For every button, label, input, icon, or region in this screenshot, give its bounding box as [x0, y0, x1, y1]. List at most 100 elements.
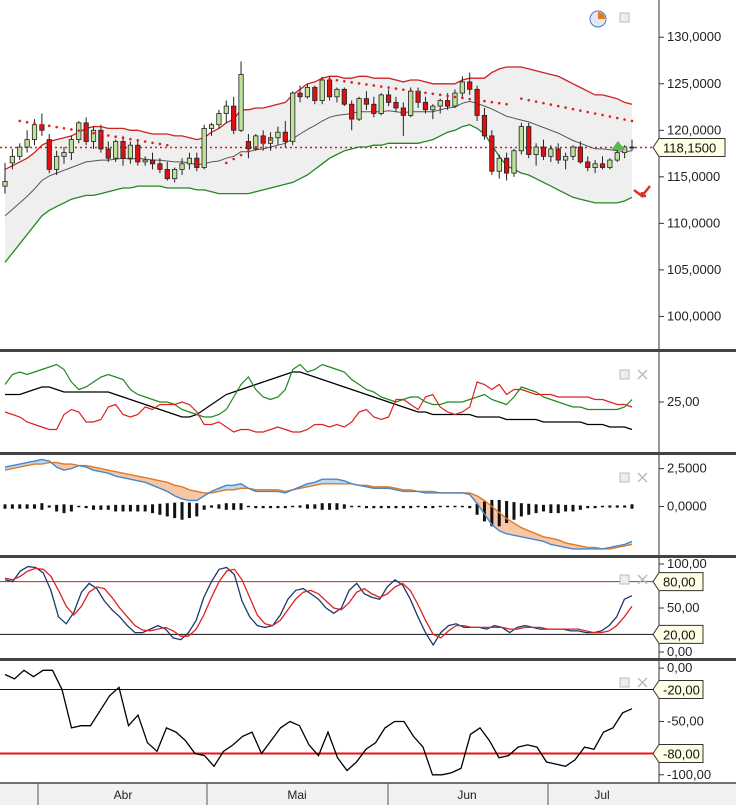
candle-body [408, 90, 414, 116]
window-icon [619, 12, 630, 23]
candle-body [533, 146, 539, 155]
macd-histogram-bar [269, 505, 273, 509]
macd-histogram-bar [106, 505, 110, 510]
macd-histogram-bar [165, 503, 169, 517]
candle-body [216, 113, 222, 126]
trend-dot [239, 153, 243, 157]
restore-icon [619, 472, 630, 483]
macd-histogram-bar [556, 504, 560, 514]
trend-dot [483, 99, 486, 103]
candle-body [201, 128, 207, 168]
panel-separator [0, 555, 736, 558]
trend-dot [372, 84, 376, 87]
trend-dot [121, 136, 125, 140]
macd-histogram-bar [623, 505, 627, 508]
macd-histogram-bar [328, 503, 332, 510]
macd-histogram-bar [173, 502, 177, 519]
trend-dot [350, 81, 353, 84]
macd-histogram-bar [158, 503, 162, 515]
candle-body [24, 139, 30, 148]
macd-histogram-bar [180, 502, 184, 520]
macd-histogram-bar [84, 505, 88, 509]
macd-histogram-bar [232, 503, 236, 510]
trend-dot [70, 128, 73, 131]
candle [518, 122, 524, 155]
candle-body [489, 135, 495, 172]
macd-histogram-bar [431, 505, 435, 509]
stoch-level-tag: 80,00 [652, 572, 704, 592]
price-tick-label: 125,0000 [667, 76, 721, 91]
macd-histogram-bar [416, 505, 420, 508]
last-price-tag: 118,1500 [652, 138, 726, 158]
trend-dot [630, 119, 634, 123]
candle [378, 93, 384, 116]
month-label: Jul [594, 788, 609, 802]
macd-histogram-bar [549, 504, 553, 514]
macd-histogram-bar [62, 504, 66, 514]
wr-level-tag: -20,00 [652, 679, 704, 699]
trend-dot [623, 118, 626, 121]
macd-histogram-bar [357, 505, 361, 508]
macd-histogram-bar [283, 505, 287, 509]
macd-histogram-bar [121, 504, 125, 512]
candle-body [393, 101, 399, 109]
trend-dot [549, 103, 553, 106]
trend-dot [601, 113, 604, 117]
month-label: Mai [287, 788, 306, 802]
trend-dot [497, 101, 501, 105]
trend-dot [129, 137, 132, 141]
panel-separator [0, 658, 736, 661]
trend-dot [379, 85, 383, 88]
macd-histogram-bar [423, 505, 427, 509]
candle-body [194, 157, 200, 168]
wr-level-tag: -80,00 [652, 743, 704, 763]
trend-dot [335, 78, 339, 82]
macd-histogram-bar [593, 505, 597, 509]
candle-body [481, 115, 488, 137]
trend-dot [158, 142, 162, 146]
macd-histogram-bar [379, 505, 383, 509]
trend-dot [143, 140, 147, 143]
macd-histogram-bar [151, 504, 155, 514]
macd-histogram-bar [350, 505, 354, 508]
candle-body [385, 94, 392, 103]
price-tick-label: 100,0000 [667, 308, 721, 323]
candle-body [356, 98, 362, 120]
price-tick-label: 105,0000 [667, 262, 721, 277]
candle-body [607, 159, 613, 168]
candle-body [223, 105, 229, 114]
trend-dot [424, 91, 427, 95]
trend-dot [92, 131, 95, 135]
candle-body [208, 124, 215, 129]
macd-histogram-bar [615, 505, 619, 508]
candle-body [9, 155, 15, 164]
trend-dot [461, 96, 464, 100]
chart-canvas: 130,0000 125,0000 120,0000 115,0000 110,0000… [0, 0, 736, 805]
candle [356, 96, 362, 121]
trend-dot [247, 149, 250, 153]
stoch-tick-label: 50,00 [667, 600, 700, 615]
candle-body [599, 163, 606, 168]
trend-dot [402, 88, 405, 91]
panel-separator [0, 452, 736, 455]
macd-histogram-bar [453, 505, 457, 508]
trend-dot [394, 87, 398, 90]
macd-histogram-bar [55, 504, 59, 512]
candle-body [304, 87, 311, 98]
stoch-level-tag-text: 80,00 [663, 575, 696, 590]
candle-body [334, 88, 340, 98]
macd-histogram-bar [335, 503, 339, 510]
macd-histogram-bar [261, 505, 265, 509]
trend-dot [106, 134, 110, 137]
candle-body [245, 141, 252, 150]
macd-histogram-bar [512, 502, 516, 520]
price-tick-label: 130,0000 [667, 29, 721, 44]
candle-body [186, 157, 192, 165]
candle-body [312, 87, 318, 101]
candle-body [496, 157, 502, 172]
candle-body [430, 105, 436, 111]
candle [526, 122, 532, 159]
trend-dot [254, 146, 258, 149]
candle-body [474, 88, 480, 116]
candle-body [157, 163, 163, 170]
